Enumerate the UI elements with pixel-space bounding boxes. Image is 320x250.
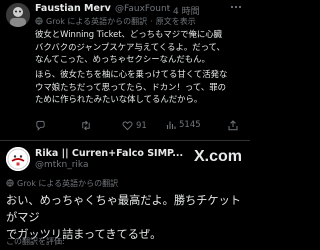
tweet-card-2[interactable]: Rika || Curren+Falco SIMP... @mtkn_rika … [0, 141, 250, 250]
tweet-text-paragraph-1: 彼女とWinning Ticket、どっちもマジで俺に心臓 バクバクのジャンプス… [35, 29, 225, 64]
show-original-link[interactable]: 原文を表示 [156, 16, 196, 27]
separator-dot-2: · [150, 17, 153, 26]
translation-rating-label: この翻訳を評価: [6, 237, 65, 246]
repost-icon [82, 120, 90, 131]
views-bar-chart-icon [166, 121, 176, 129]
reply-icon [36, 120, 45, 131]
views-count: 5145 [179, 120, 201, 130]
translation-note: Grok による英語からの翻訳 · 原文を表示 [35, 16, 196, 27]
avatar[interactable] [6, 147, 30, 171]
share-button[interactable] [228, 120, 238, 131]
like-button[interactable]: 91 [122, 120, 147, 131]
reply-button[interactable] [35, 120, 49, 131]
translation-note: Grok による英語からの翻訳 [6, 178, 118, 189]
share-upload-icon [228, 120, 238, 131]
translation-rating[interactable]: この翻訳を評価: [6, 236, 65, 247]
avatar[interactable] [6, 3, 30, 27]
user-handle[interactable]: @mtkn_rika [35, 160, 88, 170]
translation-label: Grok による英語からの翻訳 [46, 17, 148, 26]
globe-icon [6, 178, 14, 189]
display-name[interactable]: Faustian Merv [35, 3, 111, 14]
tweet-text-paragraph-2: ほら、彼女たちを柚に心を乗っけてる甘くて活発な ウマ娘たちだって思ってたら、ドカ… [35, 69, 228, 104]
x-logo[interactable]: X.com [194, 148, 242, 166]
globe-icon [35, 16, 43, 27]
translation-label: Grok による英語からの翻訳 [17, 179, 119, 188]
more-options-icon[interactable] [230, 3, 242, 11]
views-button[interactable]: 5145 [166, 120, 201, 130]
like-count: 91 [136, 120, 147, 131]
separator-dot: · [167, 4, 170, 14]
user-handle[interactable]: @FauxFount [115, 4, 170, 14]
repost-button[interactable] [80, 120, 95, 131]
tweet-card-1[interactable]: Faustian Merv @FauxFount · 4 時間 Grok による… [0, 0, 250, 112]
brand-text: X.com [194, 148, 243, 165]
display-name[interactable]: Rika || Curren+Falco SIMP... [35, 148, 183, 159]
heart-icon [122, 121, 133, 131]
